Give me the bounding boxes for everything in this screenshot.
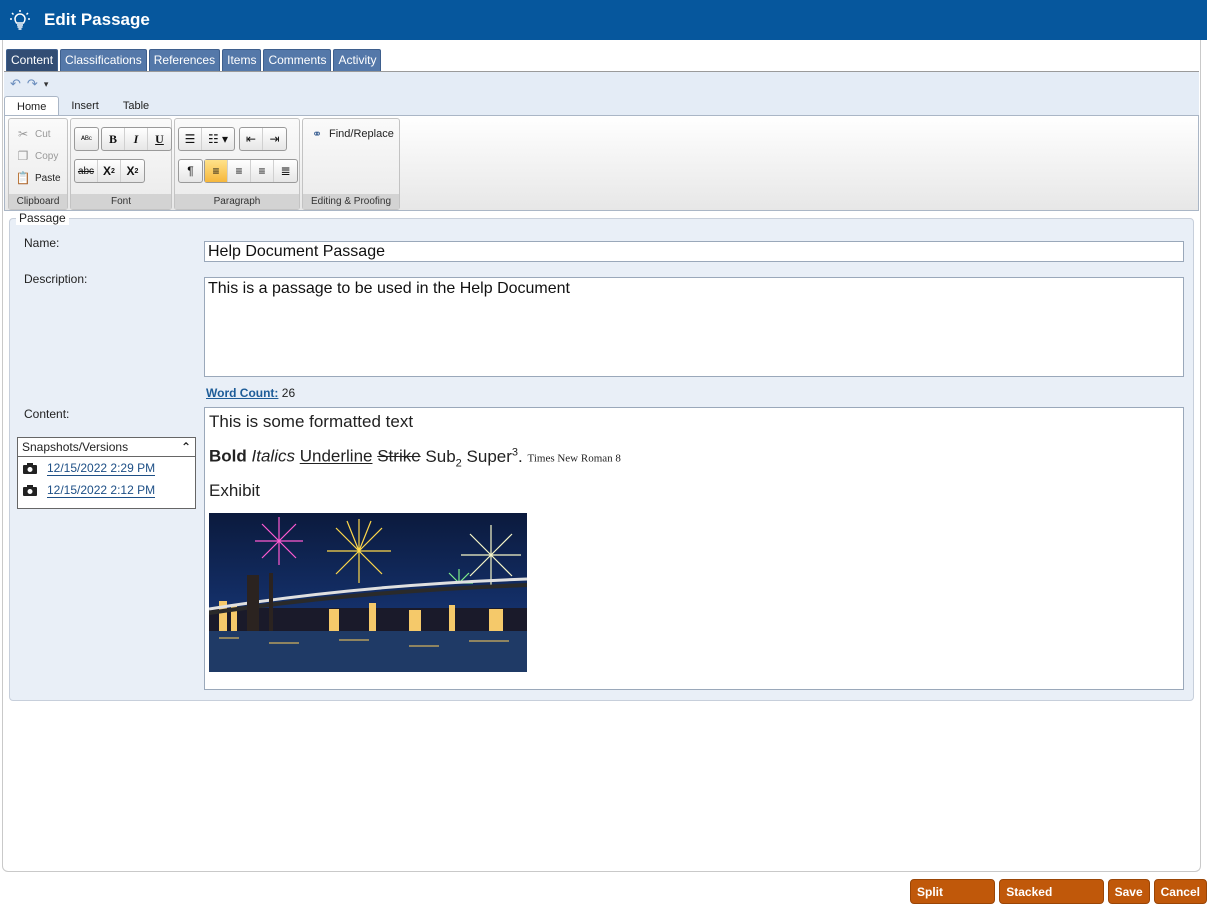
ribbon-tab-insert[interactable]: Insert — [59, 96, 111, 116]
undo-icon[interactable]: ↶ — [10, 76, 21, 92]
alignment-buttons: ≡ ≡ ≡ ≣ — [204, 159, 298, 183]
paragraph-group: ☰ ☷ ▾ ⇤ ⇥ ¶ ≡ ≡ ≡ ≣ ↘ Paragraph — [174, 118, 300, 210]
title-bar: Edit Passage — [0, 0, 1207, 40]
snapshot-link[interactable]: 12/15/2022 2:12 PM — [47, 483, 156, 498]
tab-items[interactable]: Items — [222, 49, 262, 71]
underline-icon[interactable]: U — [148, 128, 171, 150]
snapshot-link[interactable]: 12/15/2022 2:29 PM — [47, 461, 156, 476]
scissors-icon: ✂ — [17, 127, 29, 141]
tab-references[interactable]: References — [148, 49, 221, 71]
page-title: Edit Passage — [44, 10, 150, 29]
description-label: Description: — [24, 272, 88, 286]
cancel-button[interactable]: Cancel — [1153, 879, 1207, 904]
ribbon: ✂ Cut ❐ Copy 📋 Paste Clipboard ᴬᴮᶜ B I U… — [4, 115, 1199, 211]
word-count-value: 26 — [281, 386, 296, 400]
editor-line-3: Exhibit — [209, 481, 261, 501]
word-count: Word Count: 26 — [206, 386, 295, 400]
subscript-icon[interactable]: X2 — [98, 160, 121, 182]
editing-group: ⚭ Find/Replace Editing & Proofing — [302, 118, 400, 210]
super-text: Super3. — [466, 446, 523, 466]
clipboard-group: ✂ Cut ❐ Copy 📋 Paste Clipboard — [8, 118, 68, 210]
snapshot-item: 12/15/2022 2:12 PM — [18, 479, 195, 501]
ribbon-tab-table[interactable]: Table — [111, 96, 161, 116]
strikethrough-icon[interactable]: abc — [75, 160, 98, 182]
spellcheck-group: ᴬᴮᶜ — [74, 127, 99, 151]
underline-text: Underline — [299, 446, 373, 466]
font-group: ᴬᴮᶜ B I U abc X2 X2 ↘ Font — [70, 118, 172, 210]
indent-buttons: ⇤ ⇥ — [239, 127, 287, 151]
numbered-list-icon[interactable]: ☷ ▾ — [202, 128, 234, 150]
outdent-icon[interactable]: ⇤ — [240, 128, 263, 150]
font-group-label: Font — [71, 194, 171, 209]
chevron-up-icon[interactable]: ⌃ — [181, 438, 191, 456]
copy-label: Copy — [35, 150, 59, 162]
align-center-icon[interactable]: ≡ — [228, 160, 251, 182]
tab-activity[interactable]: Activity — [333, 49, 382, 71]
copy-button[interactable]: ❐ Copy — [15, 149, 59, 163]
camera-icon — [23, 462, 37, 474]
cut-button[interactable]: ✂ Cut — [15, 127, 51, 141]
tab-bar: Content Classifications References Items… — [6, 49, 382, 71]
align-left-icon[interactable]: ≡ — [205, 160, 228, 182]
paste-label: Paste — [35, 172, 61, 184]
ribbon-tab-home[interactable]: Home — [4, 96, 60, 116]
paste-button[interactable]: 📋 Paste — [15, 171, 61, 185]
ribbon-tab-bar: Home Insert Table — [4, 96, 1199, 116]
lightbulb-icon — [0, 0, 40, 40]
editing-group-label: Editing & Proofing — [303, 194, 399, 209]
passage-legend: Passage — [16, 211, 69, 225]
strike-text: Strike — [377, 446, 421, 466]
word-count-link[interactable]: Word Count: — [206, 386, 278, 400]
content-editor[interactable]: This is some formatted text Bold Italics… — [204, 407, 1184, 690]
cut-label: Cut — [35, 128, 51, 140]
tab-classifications[interactable]: Classifications — [60, 49, 147, 71]
name-input[interactable]: Help Document Passage — [204, 241, 1184, 262]
name-label: Name: — [24, 236, 60, 250]
editor-line-1: This is some formatted text — [209, 412, 414, 431]
spellcheck-icon[interactable]: ᴬᴮᶜ — [75, 128, 98, 150]
paragraph-group-label: Paragraph — [175, 194, 299, 209]
save-button[interactable]: Save — [1107, 879, 1150, 904]
justify-icon[interactable]: ≣ — [274, 160, 297, 182]
customize-dropdown-icon[interactable]: ▾ — [44, 79, 49, 90]
editor-line-2: Bold Italics Underline Strike Sub2 Super… — [209, 446, 1179, 469]
bulleted-list-icon[interactable]: ☰ — [179, 128, 202, 150]
superscript-icon[interactable]: X2 — [121, 160, 144, 182]
clipboard-group-label: Clipboard — [9, 194, 67, 209]
times-new-roman-text: Times New Roman 8 — [527, 452, 621, 465]
binoculars-icon: ⚭ — [311, 127, 323, 141]
snapshots-title: Snapshots/Versions — [22, 440, 129, 454]
list-buttons: ☰ ☷ ▾ — [178, 127, 235, 151]
quick-access-toolbar: ↶ ↷ ▾ — [4, 72, 1199, 96]
align-right-icon[interactable]: ≡ — [251, 160, 274, 182]
script-buttons: abc X2 X2 — [74, 159, 145, 183]
description-textarea[interactable]: This is a passage to be used in the Help… — [204, 277, 1184, 377]
indent-icon[interactable]: ⇥ — [263, 128, 286, 150]
pilcrow-group: ¶ — [178, 159, 203, 183]
stacked-preview-button[interactable]: Stacked Preview — [999, 879, 1104, 904]
style-buttons: B I U — [101, 127, 172, 151]
footer-actions: Split Preview Stacked Preview Save Cance… — [910, 879, 1207, 904]
split-preview-button[interactable]: Split Preview — [910, 879, 996, 904]
redo-icon[interactable]: ↷ — [27, 76, 38, 92]
bold-text: Bold — [209, 446, 247, 466]
bold-icon[interactable]: B — [102, 128, 125, 150]
tab-comments[interactable]: Comments — [263, 49, 332, 71]
paste-icon: 📋 — [15, 171, 31, 185]
tab-content[interactable]: Content — [6, 49, 59, 71]
copy-icon: ❐ — [17, 149, 29, 163]
content-label: Content: — [24, 407, 70, 421]
snapshots-header[interactable]: Snapshots/Versions ⌃ — [18, 438, 195, 457]
show-formatting-icon[interactable]: ¶ — [179, 160, 202, 182]
snapshots-panel: Snapshots/Versions ⌃ 12/15/2022 2:29 PM … — [17, 437, 196, 509]
camera-icon — [23, 484, 37, 496]
fireworks-image[interactable] — [208, 513, 528, 673]
sub-text: Sub2 — [425, 446, 462, 470]
italic-text: Italics — [251, 446, 295, 466]
snapshot-item: 12/15/2022 2:29 PM — [18, 457, 195, 479]
find-replace-button[interactable]: ⚭ Find/Replace — [309, 127, 394, 141]
find-replace-label: Find/Replace — [329, 128, 394, 140]
italic-icon[interactable]: I — [125, 128, 148, 150]
